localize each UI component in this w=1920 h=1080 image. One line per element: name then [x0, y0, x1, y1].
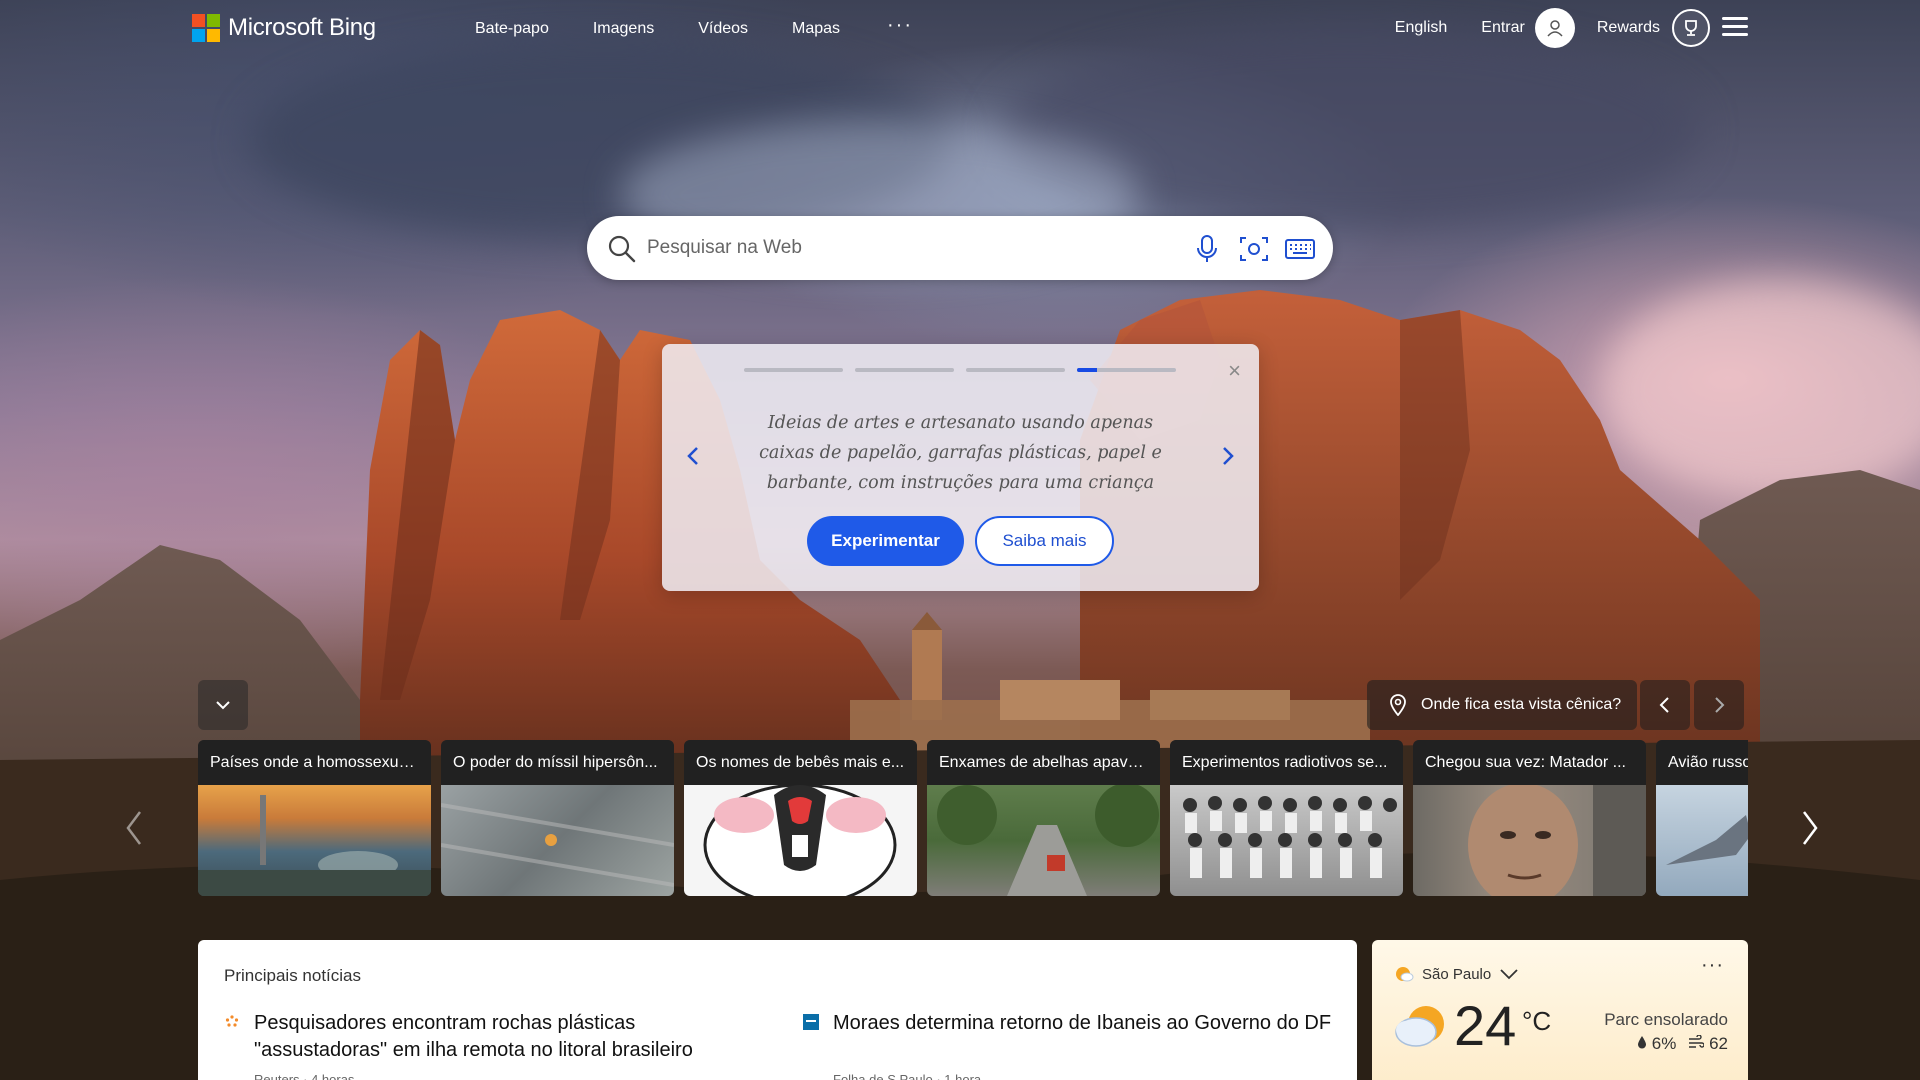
nav-maps[interactable]: Mapas — [792, 20, 840, 38]
card-title: O poder do míssil hipersôn... — [441, 740, 674, 785]
news-headline[interactable]: Pesquisadores encontram rochas plásticas… — [254, 1010, 754, 1064]
news-carousel: Países onde a homossexual... O poder do … — [198, 740, 1748, 896]
microphone-icon[interactable] — [1194, 234, 1220, 264]
image-question: Onde fica esta vista cênica? — [1421, 696, 1622, 713]
air-quality-value: 62 — [1709, 1034, 1728, 1053]
top-header: Microsoft Bing Bate-papo Imagens Vídeos … — [0, 0, 1920, 60]
news-card[interactable]: Avião russo... — [1656, 740, 1748, 896]
top-news-panel: Principais notícias Pesquisadores encont… — [198, 940, 1357, 1080]
prompt-suggestion-text: Ideias de artes e artesanato usando apen… — [759, 413, 1162, 493]
header-actions: English Entrar Rewards — [1395, 8, 1710, 48]
learn-more-button[interactable]: Saiba mais — [975, 516, 1114, 566]
news-card[interactable]: O poder do míssil hipersôn... — [441, 740, 674, 896]
rewards-trophy-icon[interactable] — [1672, 9, 1710, 47]
image-info-button[interactable]: Onde fica esta vista cênica? — [1367, 680, 1637, 730]
previous-image-button[interactable] — [1640, 680, 1690, 730]
nav-images[interactable]: Imagens — [593, 20, 654, 38]
prompt-progress — [744, 368, 1176, 372]
brand-name: Microsoft Bing — [228, 14, 376, 41]
weather-stats: 6% 62 — [1637, 1034, 1728, 1054]
try-button[interactable]: Experimentar — [807, 516, 964, 566]
card-image — [927, 783, 1160, 896]
card-title: Enxames de abelhas apavo... — [927, 740, 1160, 785]
chevron-right-icon — [1715, 697, 1725, 713]
user-avatar-icon[interactable] — [1534, 8, 1575, 48]
news-card[interactable]: Os nomes de bebês mais e... — [684, 740, 917, 896]
card-title: Avião russo... — [1656, 740, 1748, 785]
card-title: Experimentos radiotivos se... — [1170, 740, 1403, 785]
carousel-next-arrow-icon[interactable] — [1798, 808, 1822, 848]
search-input[interactable] — [647, 216, 1167, 280]
top-news-heading: Principais notícias — [224, 966, 362, 985]
reuters-source-icon — [225, 1015, 239, 1027]
card-image — [684, 783, 917, 896]
bing-logo[interactable]: Microsoft Bing — [192, 14, 376, 42]
news-headline[interactable]: Moraes determina retorno de Ibaneis ao G… — [833, 1010, 1333, 1037]
chevron-left-icon[interactable] — [682, 444, 706, 468]
weather-unit[interactable]: °C — [1522, 1006, 1551, 1037]
weather-more-options[interactable]: ··· — [1701, 954, 1724, 977]
progress-segment — [744, 368, 843, 372]
copilot-prompt-card: × Ideias de artes e artesanato usando ap… — [662, 344, 1259, 591]
microsoft-logo-icon — [192, 14, 220, 42]
news-card[interactable]: Experimentos radiotivos se... — [1170, 740, 1403, 896]
weather-temperature: 24 — [1454, 994, 1517, 1057]
card-image — [1170, 785, 1403, 896]
chevron-right-icon[interactable] — [1215, 444, 1239, 468]
progress-segment — [966, 368, 1065, 372]
rewards-link[interactable]: Rewards — [1597, 19, 1660, 37]
search-box — [587, 216, 1333, 280]
partly-sunny-small-icon — [1396, 967, 1414, 982]
next-image-button[interactable] — [1694, 680, 1744, 730]
card-title: Países onde a homossexual... — [198, 740, 431, 785]
weather-panel: São Paulo ··· 24 °C Parc ensolarado 6% 6… — [1372, 940, 1748, 1080]
collapse-feed-button[interactable] — [198, 680, 248, 730]
card-image — [1656, 785, 1748, 896]
keyboard-icon[interactable] — [1284, 234, 1316, 264]
nav-chat[interactable]: Bate-papo — [475, 20, 549, 38]
precipitation-value: 6% — [1651, 1034, 1677, 1053]
search-icon[interactable] — [607, 234, 637, 264]
partly-sunny-icon — [1395, 1006, 1444, 1047]
menu-hamburger-icon[interactable] — [1722, 17, 1748, 37]
news-meta: Reuters · 4 horas — [254, 1072, 355, 1080]
chevron-down-icon — [216, 701, 230, 710]
visual-search-camera-icon[interactable] — [1238, 234, 1270, 264]
weather-location-selector[interactable]: São Paulo — [1394, 964, 1519, 984]
signin-link[interactable]: Entrar — [1481, 19, 1525, 37]
progress-segment — [855, 368, 954, 372]
card-title: Chegou sua vez: Matador ... — [1413, 740, 1646, 785]
chevron-left-icon — [1659, 697, 1669, 713]
card-title: Os nomes de bebês mais e... — [684, 740, 917, 785]
main-nav: Bate-papo Imagens Vídeos Mapas ··· — [475, 14, 911, 38]
air-quality-stat: 62 — [1688, 1034, 1728, 1054]
water-drop-icon — [1638, 1036, 1647, 1049]
location-pin-icon — [1390, 694, 1406, 716]
card-image — [198, 785, 431, 896]
news-card[interactable]: Chegou sua vez: Matador ... — [1413, 740, 1646, 896]
card-image — [1413, 783, 1646, 896]
nav-more-button[interactable]: ··· — [887, 14, 913, 37]
air-quality-icon — [1689, 1034, 1706, 1048]
carousel-prev-arrow-icon[interactable] — [122, 808, 146, 848]
language-link[interactable]: English — [1395, 19, 1447, 37]
weather-condition: Parc ensolarado — [1604, 1010, 1728, 1029]
close-icon[interactable]: × — [1228, 360, 1241, 382]
folha-source-icon — [803, 1014, 819, 1030]
news-card[interactable]: Enxames de abelhas apavo... — [927, 740, 1160, 896]
nav-videos[interactable]: Vídeos — [698, 20, 748, 38]
weather-location: São Paulo — [1422, 965, 1492, 983]
news-meta: Folha de S.Paulo · 1 hora — [833, 1072, 982, 1080]
chevron-down-icon — [1500, 969, 1518, 980]
news-card[interactable]: Países onde a homossexual... — [198, 740, 431, 896]
progress-segment — [1077, 368, 1176, 372]
precipitation-stat: 6% — [1637, 1034, 1676, 1054]
card-image — [441, 785, 674, 896]
